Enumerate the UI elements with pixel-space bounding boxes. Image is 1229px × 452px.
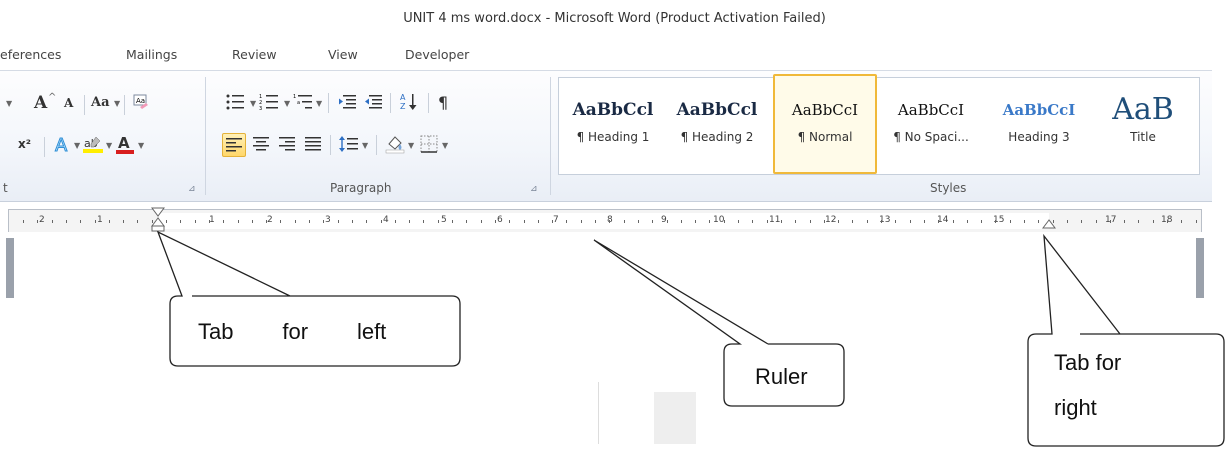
callout-shapes bbox=[156, 230, 1225, 447]
callout-tab-left bbox=[156, 230, 461, 367]
callout-right-text-1: Tab for bbox=[1054, 350, 1122, 375]
callout-left-text: Tab for left bbox=[198, 319, 387, 344]
callout-right-text-2: right bbox=[1054, 395, 1097, 420]
callout-ruler-text: Ruler bbox=[755, 364, 808, 389]
